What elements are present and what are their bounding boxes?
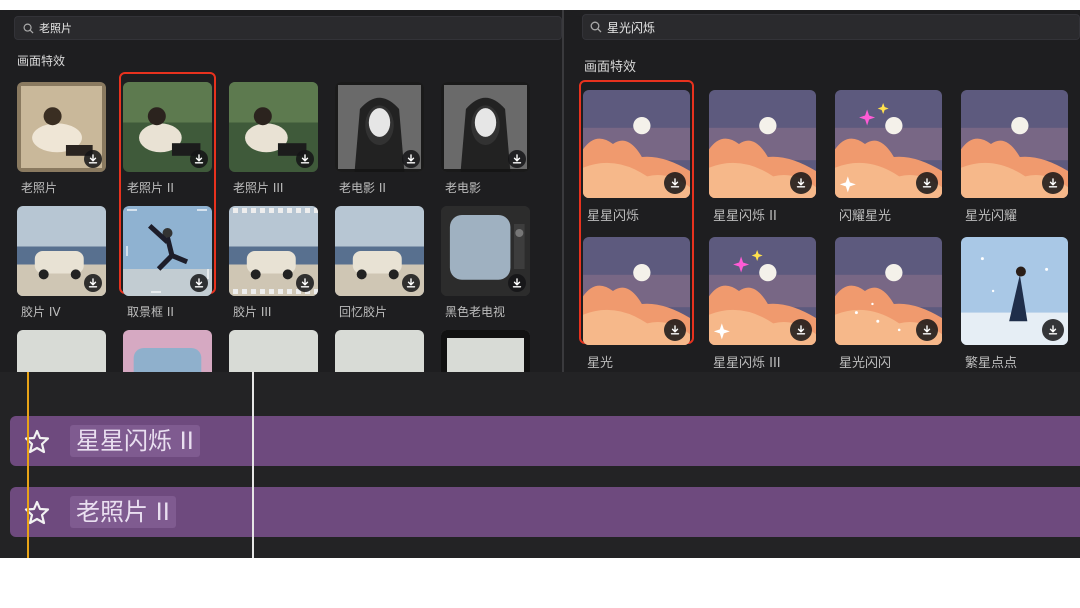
- effect-card[interactable]: [123, 330, 212, 372]
- effect-card[interactable]: 闪耀星光: [835, 90, 942, 224]
- download-icon[interactable]: [790, 172, 812, 194]
- effect-thumbnail[interactable]: [17, 330, 106, 372]
- download-icon[interactable]: [664, 319, 686, 341]
- effects-panel-left: 老照片 画面特效 老照片 老照片 II 老照片 III 老电影 II 老电影 胶片 IV 取…: [0, 10, 562, 372]
- effect-label: 星光: [587, 356, 614, 371]
- effect-card[interactable]: 胶片 IV: [17, 206, 106, 322]
- effect-label: 老照片 III: [233, 181, 284, 195]
- search-value: 老照片: [39, 22, 72, 35]
- effects-panel-right: 星光闪烁 画面特效 星星闪烁 星星闪烁 II 闪耀星光 星光闪耀 星光 星星闪烁…: [564, 10, 1080, 372]
- effect-label: 取景框 II: [127, 305, 174, 319]
- effect-card[interactable]: 星星闪烁 II: [709, 90, 816, 224]
- effect-thumbnail[interactable]: [229, 330, 318, 372]
- timeline: 星星闪烁 II 老照片 II: [0, 372, 1080, 558]
- download-icon[interactable]: [402, 150, 420, 168]
- search-icon: [21, 21, 35, 35]
- search-icon: [589, 20, 603, 34]
- download-icon[interactable]: [916, 319, 938, 341]
- effect-card[interactable]: 黑色老电视: [441, 206, 530, 322]
- time-cursor: [252, 372, 254, 558]
- download-icon[interactable]: [508, 150, 526, 168]
- download-icon[interactable]: [508, 274, 526, 292]
- playhead[interactable]: [27, 372, 29, 558]
- download-icon[interactable]: [296, 150, 314, 168]
- download-icon[interactable]: [1042, 319, 1064, 341]
- effect-label: 老电影 II: [339, 181, 386, 195]
- download-icon[interactable]: [84, 274, 102, 292]
- effect-label: 星星闪烁 II: [713, 209, 777, 224]
- effect-card[interactable]: [229, 330, 318, 372]
- effect-label: 星光闪耀: [965, 209, 1018, 224]
- effect-label: 星光闪闪: [839, 356, 892, 371]
- effect-card[interactable]: 星光: [583, 237, 690, 371]
- effect-thumbnail[interactable]: [335, 330, 424, 372]
- effect-card[interactable]: [17, 330, 106, 372]
- section-title: 画面特效: [17, 54, 66, 68]
- effect-card[interactable]: [335, 330, 424, 372]
- timeline-track-effect[interactable]: 老照片 II: [10, 487, 1080, 537]
- effect-card[interactable]: 星星闪烁 III: [709, 237, 816, 371]
- effect-label: 胶片 III: [233, 305, 272, 319]
- effect-thumbnail[interactable]: [441, 330, 530, 372]
- search-input[interactable]: 星光闪烁: [582, 14, 1080, 40]
- effect-label: 黑色老电视: [445, 305, 506, 319]
- effect-card[interactable]: 取景框 II: [123, 206, 212, 322]
- download-icon[interactable]: [296, 274, 314, 292]
- download-icon[interactable]: [916, 172, 938, 194]
- effect-label: 闪耀星光: [839, 209, 892, 224]
- effect-card[interactable]: [441, 330, 530, 372]
- track-label: 老照片 II: [70, 496, 176, 528]
- effect-card[interactable]: 星光闪闪: [835, 237, 942, 371]
- effect-label: 繁星点点: [965, 356, 1018, 371]
- download-icon[interactable]: [790, 319, 812, 341]
- effect-card[interactable]: 老电影: [441, 82, 530, 198]
- effect-label: 老照片: [21, 181, 58, 195]
- download-icon[interactable]: [84, 150, 102, 168]
- effect-card[interactable]: 回忆胶片: [335, 206, 424, 322]
- effect-card[interactable]: 老电影 II: [335, 82, 424, 198]
- search-value: 星光闪烁: [607, 20, 656, 35]
- effect-label: 回忆胶片: [339, 305, 388, 319]
- effect-card[interactable]: 繁星点点: [961, 237, 1068, 371]
- track-label: 星星闪烁 II: [70, 425, 200, 457]
- download-icon[interactable]: [402, 274, 420, 292]
- bottom-strip: [0, 558, 1080, 608]
- download-icon[interactable]: [190, 274, 208, 292]
- effect-thumbnail[interactable]: [123, 330, 212, 372]
- section-title: 画面特效: [584, 60, 637, 75]
- effect-label: 星星闪烁 III: [713, 356, 781, 371]
- effect-label: 胶片 IV: [21, 305, 61, 319]
- effect-card[interactable]: 星光闪耀: [961, 90, 1068, 224]
- search-input[interactable]: 老照片: [14, 16, 562, 40]
- download-icon[interactable]: [1042, 172, 1064, 194]
- effect-card[interactable]: 老照片: [17, 82, 106, 198]
- effect-label: 老电影: [445, 181, 482, 195]
- timeline-track-effect[interactable]: 星星闪烁 II: [10, 416, 1080, 466]
- top-strip: [0, 0, 1080, 10]
- effect-card[interactable]: 胶片 III: [229, 206, 318, 322]
- effect-card[interactable]: 老照片 III: [229, 82, 318, 198]
